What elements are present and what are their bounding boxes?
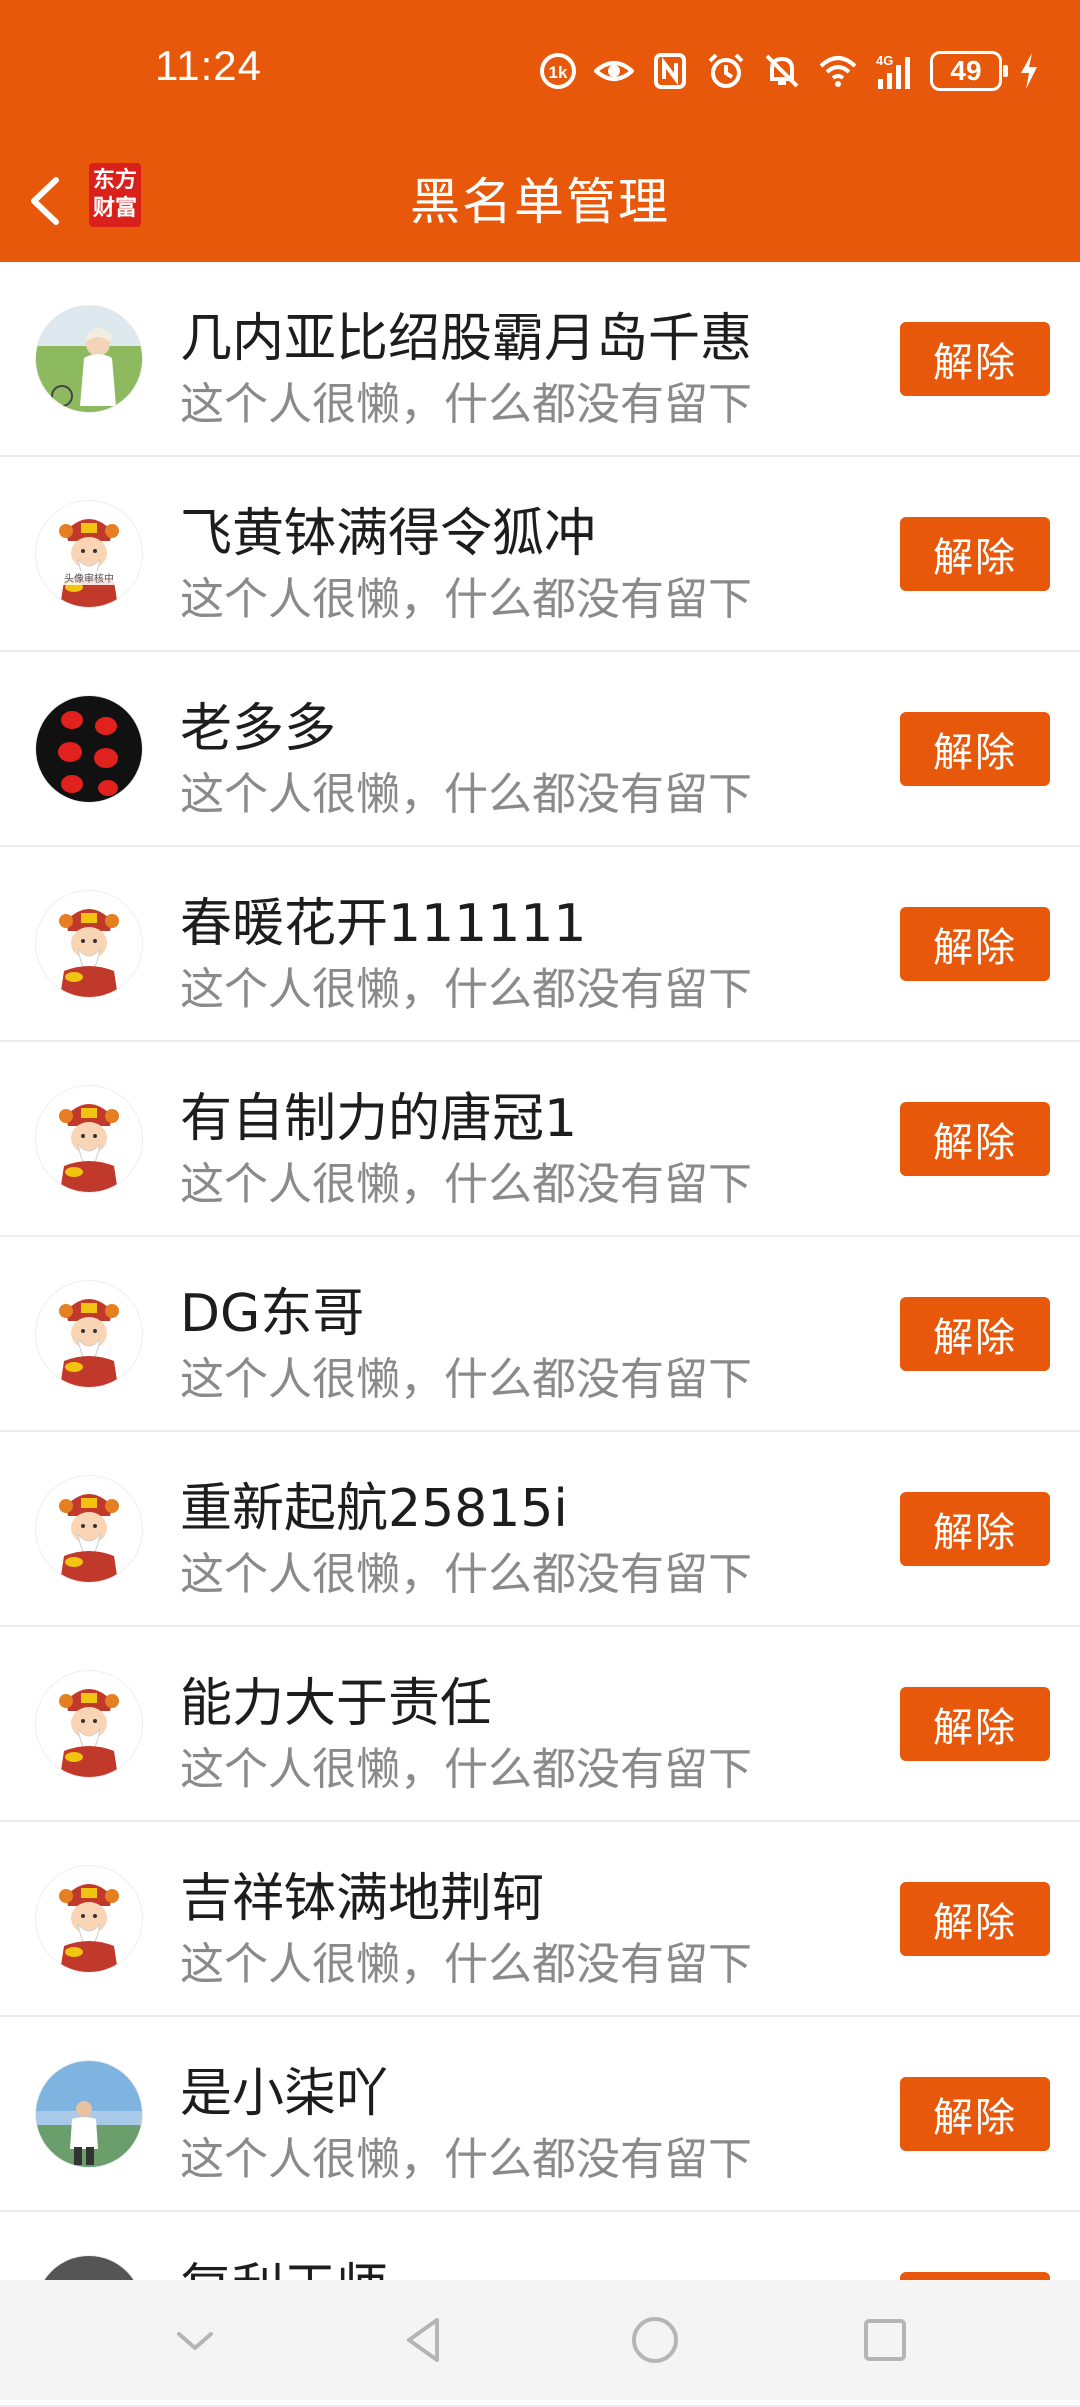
- blacklist: 几内亚比绍股霸月岛千惠 这个人很懒，什么都没有留下 解除 头像审核中 飞黄钵满得…: [0, 262, 1080, 2407]
- user-bio: 这个人很懒，什么都没有留下: [180, 964, 752, 1015]
- user-bio: 这个人很懒，什么都没有留下: [180, 769, 752, 820]
- battery-indicator: 49: [930, 51, 1008, 91]
- charging-icon: [1018, 51, 1040, 91]
- avatar[interactable]: [36, 891, 142, 997]
- user-bio: 这个人很懒，什么都没有留下: [180, 1354, 752, 1405]
- remove-from-blacklist-button[interactable]: 解除: [900, 2077, 1050, 2151]
- svg-text:1k: 1k: [549, 63, 568, 82]
- avatar[interactable]: [36, 1476, 142, 1582]
- remove-from-blacklist-button[interactable]: 解除: [900, 1687, 1050, 1761]
- avatar[interactable]: [36, 1281, 142, 1387]
- user-name: 吉祥钵满地荆轲: [180, 1869, 545, 1929]
- wifi-icon: [818, 51, 858, 91]
- avatar[interactable]: [36, 2061, 142, 2167]
- svg-text:头像审核中: 头像审核中: [64, 572, 114, 585]
- user-bio: 这个人很懒，什么都没有留下: [180, 574, 752, 625]
- user-name: 飞黄钵满得令狐冲: [180, 504, 597, 564]
- remove-from-blacklist-button[interactable]: 解除: [900, 712, 1050, 786]
- user-name: 老多多: [180, 699, 337, 759]
- remove-from-blacklist-button[interactable]: 解除: [900, 907, 1050, 981]
- user-name: DG东哥: [180, 1284, 365, 1344]
- status-bar: 11:24 1k 4G 49: [0, 0, 1080, 140]
- user-bio: 这个人很懒，什么都没有留下: [180, 1159, 752, 1210]
- remove-from-blacklist-button[interactable]: 解除: [900, 322, 1050, 396]
- nfc-icon: [650, 51, 690, 91]
- eye-icon: [594, 51, 634, 91]
- svg-text:4G: 4G: [876, 53, 893, 68]
- alarm-icon: [706, 51, 746, 91]
- remove-from-blacklist-button[interactable]: 解除: [900, 517, 1050, 591]
- user-bio: 这个人很懒，什么都没有留下: [180, 2134, 752, 2185]
- user-name: 能力大于责任: [180, 1674, 493, 1734]
- user-name: 是小柒吖: [180, 2064, 389, 2124]
- avatar[interactable]: [36, 696, 142, 802]
- blacklist-row[interactable]: 重新起航25815i 这个人很懒，什么都没有留下 解除: [0, 1432, 1080, 1627]
- recents-square-icon[interactable]: [855, 2310, 915, 2370]
- blacklist-row[interactable]: 头像审核中 飞黄钵满得令狐冲 这个人很懒，什么都没有留下 解除: [0, 457, 1080, 652]
- user-bio: 这个人很懒，什么都没有留下: [180, 1549, 752, 1600]
- back-triangle-icon[interactable]: [395, 2310, 455, 2370]
- blacklist-row[interactable]: 吉祥钵满地荆轲 这个人很懒，什么都没有留下 解除: [0, 1822, 1080, 2017]
- avatar[interactable]: [36, 1671, 142, 1777]
- user-name: 春暖花开111111: [180, 894, 587, 954]
- blacklist-row[interactable]: DG东哥 这个人很懒，什么都没有留下 解除: [0, 1237, 1080, 1432]
- status-icons: 1k 4G 49: [538, 46, 1040, 96]
- remove-from-blacklist-button[interactable]: 解除: [900, 1882, 1050, 1956]
- blacklist-row[interactable]: 能力大于责任 这个人很懒，什么都没有留下 解除: [0, 1627, 1080, 1822]
- mute-icon: [762, 51, 802, 91]
- user-bio: 这个人很懒，什么都没有留下: [180, 1744, 752, 1795]
- remove-from-blacklist-button[interactable]: 解除: [900, 1492, 1050, 1566]
- blacklist-row[interactable]: 几内亚比绍股霸月岛千惠 这个人很懒，什么都没有留下 解除: [0, 262, 1080, 457]
- avatar[interactable]: 头像审核中: [36, 501, 142, 607]
- avatar[interactable]: [36, 1086, 142, 1192]
- remove-from-blacklist-button[interactable]: 解除: [900, 1297, 1050, 1371]
- user-bio: 这个人很懒，什么都没有留下: [180, 379, 752, 430]
- home-circle-icon[interactable]: [625, 2310, 685, 2370]
- avatar[interactable]: [36, 1866, 142, 1972]
- page-title: 黑名单管理: [410, 173, 670, 231]
- blacklist-row[interactable]: 春暖花开111111 这个人很懒，什么都没有留下 解除: [0, 847, 1080, 1042]
- user-bio: 这个人很懒，什么都没有留下: [180, 1939, 752, 1990]
- status-time: 11:24: [155, 42, 262, 89]
- blacklist-row[interactable]: 老多多 这个人很懒，什么都没有留下 解除: [0, 652, 1080, 847]
- user-name: 几内亚比绍股霸月岛千惠: [180, 309, 753, 369]
- remove-from-blacklist-button[interactable]: 解除: [900, 1102, 1050, 1176]
- blacklist-row[interactable]: 有自制力的唐冠1 这个人很懒，什么都没有留下 解除: [0, 1042, 1080, 1237]
- system-navigation-bar: [0, 2280, 1080, 2400]
- chevron-down-icon[interactable]: [165, 2310, 225, 2370]
- avatar[interactable]: [36, 306, 142, 412]
- signal-4g-icon: 4G: [874, 51, 914, 91]
- navigation-bar: 东方 财富 黑名单管理: [0, 140, 1080, 262]
- user-name: 重新起航25815i: [180, 1479, 568, 1539]
- user-name: 有自制力的唐冠1: [180, 1089, 578, 1149]
- nfc-small-icon: 1k: [538, 51, 578, 91]
- blacklist-row[interactable]: 是小柒吖 这个人很懒，什么都没有留下 解除: [0, 2017, 1080, 2212]
